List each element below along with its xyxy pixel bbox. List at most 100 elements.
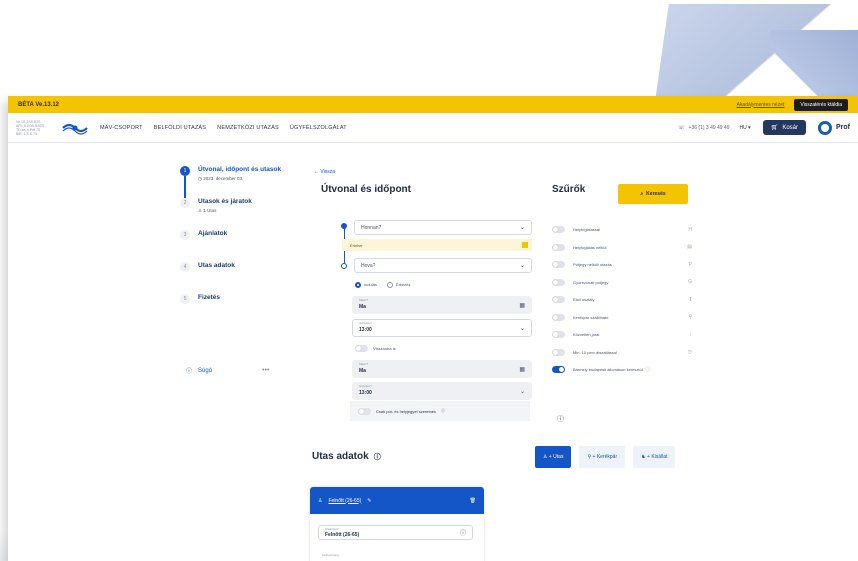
pet-icon: ♞ xyxy=(641,454,646,460)
person-icon: ♙ xyxy=(318,497,323,504)
menu-item-domestic[interactable]: BELFÖLDI UTAZÁS xyxy=(154,125,206,131)
trash-icon[interactable]: 🗑︎ xyxy=(470,498,476,504)
clock-icon: ◷ xyxy=(198,176,202,181)
info-icon[interactable]: ⓘ xyxy=(646,366,651,373)
discount-label: Kedvezmény xyxy=(322,553,340,557)
passengers-title-text: Utas adatok xyxy=(312,451,369,462)
phone-icon: ☏ xyxy=(678,124,685,131)
search-button[interactable]: ⌕ Keresés xyxy=(618,184,688,204)
add-bike-button[interactable]: ⚲ + Kerékpár xyxy=(579,446,626,468)
passenger-name-link[interactable]: Felnőtt (26-65) xyxy=(328,498,361,504)
help-link[interactable]: ⓘ Súgó ••• xyxy=(186,366,269,375)
return-date-field[interactable]: Mikor? Ma ▦ xyxy=(352,360,532,378)
return-time-value: 13:00 xyxy=(359,390,372,396)
accessibility-link[interactable]: Akadálymentes nézet xyxy=(737,102,785,108)
phone-contact[interactable]: ☏ +36 (1) 3 49 49 49 xyxy=(678,125,729,131)
filter-label: Pótjegy nélküli utazás xyxy=(573,262,612,268)
filter-item[interactable]: Gyorsvonati pótjegy G xyxy=(552,274,692,292)
step-payment[interactable]: 5 Fizetés xyxy=(180,294,300,304)
filter-toggle[interactable] xyxy=(552,331,565,339)
via-edit-icon[interactable] xyxy=(522,242,528,248)
radio-arrive-control[interactable] xyxy=(386,282,393,288)
filter-item[interactable]: Helyfoglalással H xyxy=(552,221,692,239)
help-icon: ⓘ xyxy=(186,369,193,375)
filter-item[interactable]: Közvetlen járat ↕ xyxy=(552,326,692,344)
seat-only-row[interactable]: Csak pót- és helyjegyet szeretnék ⓘ xyxy=(350,401,530,421)
filter-toggle[interactable] xyxy=(552,278,565,286)
radio-arrive[interactable]: Érkezés xyxy=(386,282,410,288)
step-passengers[interactable]: 2 Utasok és járatok ♙ 1 Utas xyxy=(180,198,300,214)
step-route[interactable]: 1 Útvonal, időpont és utasok ◷ 2023. dec… xyxy=(180,166,300,182)
cart-button[interactable]: 🛒︎ Kosár xyxy=(762,120,806,135)
seat-only-toggle[interactable] xyxy=(358,407,371,415)
step-number: 2 xyxy=(180,198,190,208)
menu-item-customer-service[interactable]: ÜGYFÉLSZOLGÁLAT xyxy=(290,125,347,131)
via-field[interactable]: Érintve xyxy=(342,239,532,251)
filter-item[interactable]: Első osztály 1 xyxy=(552,291,692,309)
filter-toggle[interactable] xyxy=(552,296,565,304)
filter-item[interactable]: Bármely budapesti állomáson keresztül ⓘ xyxy=(552,361,692,379)
filter-toggle[interactable] xyxy=(552,348,565,356)
step-offers[interactable]: 3 Ajánlatok xyxy=(180,230,300,240)
filter-toggle[interactable] xyxy=(552,366,565,374)
passenger-actions: ♙ + Utas ⚲ + Kerékpár ♞ + Kisállat xyxy=(535,446,676,468)
date-field[interactable]: Mikor? Ma ▦ xyxy=(352,296,532,314)
time-field[interactable]: Hánykor? 13:00 ⌄ xyxy=(352,319,532,337)
return-toggle[interactable] xyxy=(355,345,368,352)
main-menu: MÁV-CSOPORT BELFÖLDI UTAZÁS NEMZETKÖZI U… xyxy=(100,125,347,131)
old-site-button[interactable]: Visszatérés ktáldia xyxy=(794,98,848,111)
info-icon[interactable]: ⓘ xyxy=(374,452,381,462)
calendar-icon: ▦ xyxy=(519,302,525,309)
direct-route-icon: ↕ xyxy=(689,331,693,338)
menu-item-international[interactable]: NEMZETKÖZI UTAZÁS xyxy=(217,125,279,131)
filter-item[interactable]: Pótjegy nélküli utazás P xyxy=(552,256,692,274)
to-field[interactable]: Hova? ⌄ xyxy=(354,258,532,273)
filter-label: Közvetlen járat xyxy=(573,332,600,338)
filter-toggle[interactable] xyxy=(552,226,565,234)
express-icon: G xyxy=(688,279,692,286)
back-link[interactable]: ← Vissza xyxy=(314,169,335,175)
passenger-type-field[interactable]: Utastípus* Felnőtt (26-65) ⓘ xyxy=(318,525,473,540)
language-selector[interactable]: HU ▾ xyxy=(740,125,751,131)
step-subtitle: ◷ 2023. december 03. xyxy=(198,176,281,182)
filter-toggle[interactable] xyxy=(552,243,565,251)
filter-item[interactable]: Helyfoglalás nélkül ▤ xyxy=(552,239,692,257)
info-icon[interactable]: ⓘ xyxy=(460,528,466,537)
step-number: 5 xyxy=(180,294,190,304)
add-bike-label: + Kerékpár xyxy=(592,454,618,460)
clock-icon: ◷ xyxy=(687,349,692,356)
more-options-icon[interactable]: ••• xyxy=(262,367,269,374)
time-label: Hánykor? xyxy=(359,321,372,325)
avatar[interactable] xyxy=(818,120,832,135)
return-time-field[interactable]: Hánykor? 13:00 ⌄ xyxy=(352,382,532,400)
step-passenger-data[interactable]: 4 Utas adatok xyxy=(180,262,300,272)
info-icon[interactable]: ⓘ xyxy=(441,408,445,414)
step-title: Ajánlatok xyxy=(198,230,228,237)
route-title: Útvonal és időpont xyxy=(321,184,411,195)
return-time-label: Hánykor? xyxy=(359,384,372,388)
filter-toggle[interactable] xyxy=(552,313,565,321)
radio-depart[interactable]: Indulás xyxy=(355,282,377,288)
filter-toggle[interactable] xyxy=(552,261,565,269)
step-number: 3 xyxy=(180,230,190,240)
filter-item[interactable]: Min. 10 perc átszállással ◷ xyxy=(552,344,692,362)
filter-item[interactable]: Kerékpár szállítható ⚲ xyxy=(552,309,692,327)
add-passenger-label: + Utas xyxy=(548,454,564,460)
edit-icon[interactable]: ✎ xyxy=(367,498,371,504)
add-pet-button[interactable]: ♞ + Kisállat xyxy=(633,446,676,468)
add-passenger-button[interactable]: ♙ + Utas xyxy=(535,446,572,468)
beta-topbar: BÉTA Ve.13.12 Akadálymentes nézet Vissza… xyxy=(8,96,858,113)
calendar-icon: ▦ xyxy=(519,366,525,373)
from-field[interactable]: Honnan? ⌄ xyxy=(354,220,532,235)
mav-logo[interactable] xyxy=(62,121,88,135)
passenger-type-value: Felnőtt (26-65) xyxy=(325,531,360,538)
person-add-icon: ♙ xyxy=(543,454,548,460)
return-toggle-row[interactable]: Visszaútra is xyxy=(355,345,396,352)
menu-item-mav-group[interactable]: MÁV-CSOPORT xyxy=(100,125,143,131)
step-subtitle: ♙ 1 Utas xyxy=(198,208,252,214)
profile-label[interactable]: Prof xyxy=(836,124,850,131)
phone-number: +36 (1) 3 49 49 49 xyxy=(688,124,730,131)
info-icon[interactable]: ⓘ xyxy=(557,414,564,424)
filter-label: Első osztály xyxy=(573,297,595,303)
radio-depart-control[interactable] xyxy=(355,282,361,288)
